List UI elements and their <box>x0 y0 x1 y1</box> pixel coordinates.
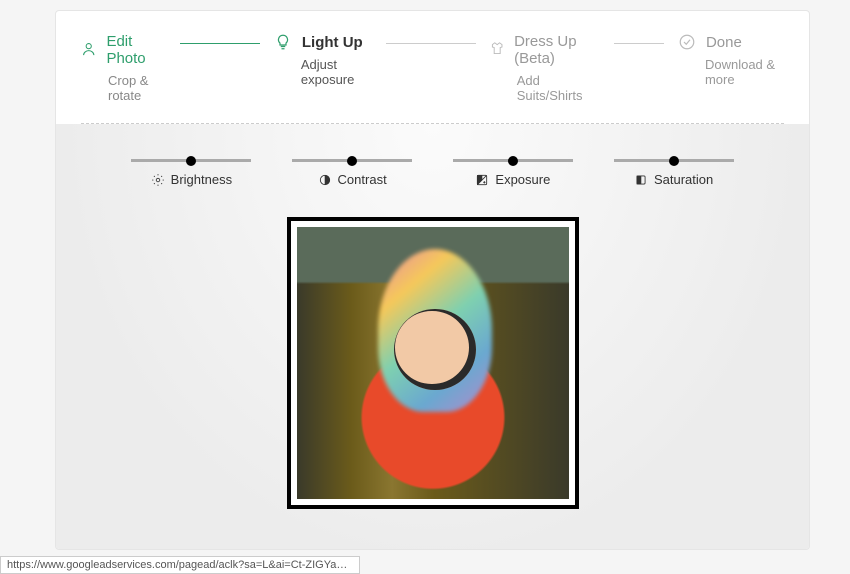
step-done[interactable]: Done Download & more <box>678 33 784 87</box>
step-subtitle: Adjust exposure <box>301 57 372 87</box>
slider-thumb[interactable] <box>186 156 196 166</box>
step-connector <box>614 43 664 44</box>
saturation-icon <box>634 173 648 187</box>
editor-panel: Edit Photo Crop & rotate Light Up Adjust… <box>55 10 810 550</box>
step-subtitle: Download & more <box>705 57 784 87</box>
slider-thumb[interactable] <box>347 156 357 166</box>
photo-preview[interactable] <box>297 227 569 499</box>
saturation-slider[interactable] <box>614 159 734 162</box>
sliders-row: Brightness Contrast <box>81 159 784 187</box>
browser-statusbar: https://www.googleadservices.com/pagead/… <box>0 556 360 574</box>
slider-label: Contrast <box>338 172 387 187</box>
slider-thumb[interactable] <box>508 156 518 166</box>
step-connector <box>386 43 476 44</box>
step-connector <box>180 43 260 44</box>
slider-thumb[interactable] <box>669 156 679 166</box>
brightness-slider[interactable] <box>131 159 251 162</box>
step-title: Edit Photo <box>106 33 165 67</box>
exposure-icon <box>475 173 489 187</box>
step-subtitle: Add Suits/Shirts <box>517 73 600 103</box>
person-icon <box>81 41 96 59</box>
contrast-icon <box>318 173 332 187</box>
slider-exposure: Exposure <box>443 159 584 187</box>
wizard-steps: Edit Photo Crop & rotate Light Up Adjust… <box>56 11 809 103</box>
sun-icon <box>151 173 165 187</box>
contrast-slider[interactable] <box>292 159 412 162</box>
slider-saturation: Saturation <box>603 159 744 187</box>
editor-area: Brightness Contrast <box>56 124 809 550</box>
photo-preview-frame <box>287 217 579 509</box>
step-edit-photo[interactable]: Edit Photo Crop & rotate <box>81 33 166 103</box>
shirt-icon <box>490 41 504 59</box>
step-title: Dress Up (Beta) <box>514 33 600 67</box>
slider-contrast: Contrast <box>282 159 423 187</box>
slider-brightness: Brightness <box>121 159 262 187</box>
slider-label: Exposure <box>495 172 550 187</box>
step-title: Light Up <box>302 34 363 51</box>
step-light-up[interactable]: Light Up Adjust exposure <box>274 33 372 87</box>
slider-label: Saturation <box>654 172 713 187</box>
slider-label: Brightness <box>171 172 232 187</box>
bulb-icon <box>274 33 292 51</box>
exposure-slider[interactable] <box>453 159 573 162</box>
step-title: Done <box>706 34 742 51</box>
step-subtitle: Crop & rotate <box>108 73 166 103</box>
step-dress-up[interactable]: Dress Up (Beta) Add Suits/Shirts <box>490 33 600 103</box>
check-circle-icon <box>678 33 696 51</box>
